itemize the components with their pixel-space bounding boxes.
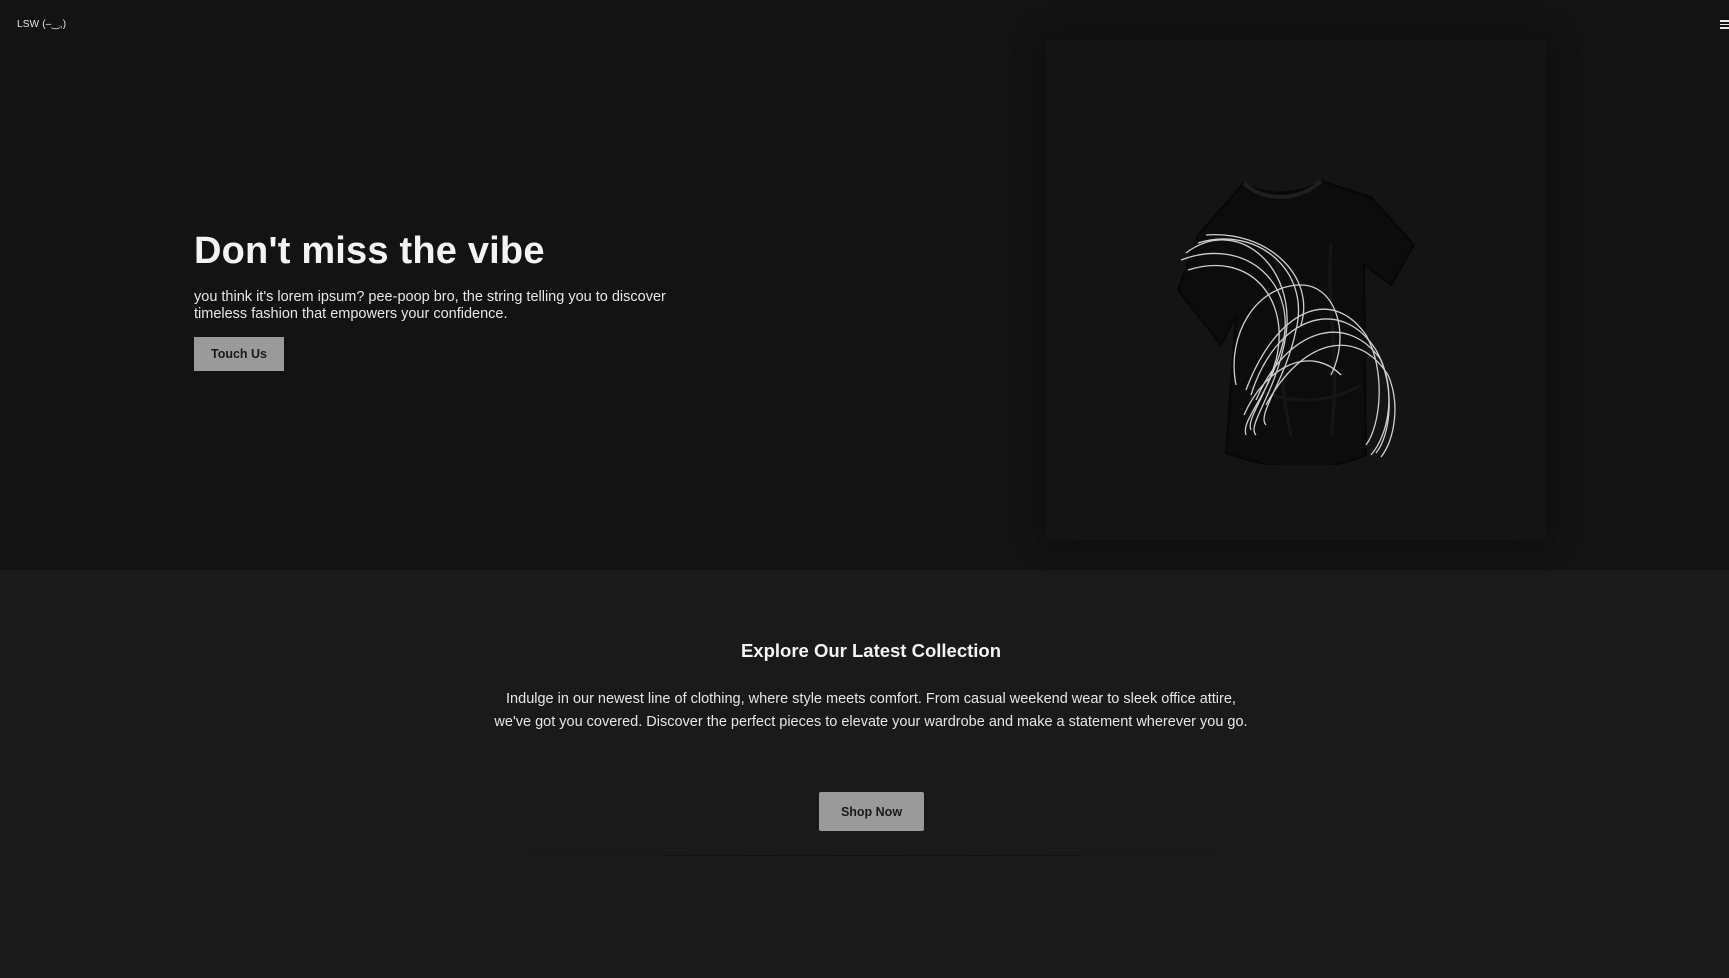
hero-subtitle: you think it's lorem ipsum? pee-poop bro… xyxy=(194,289,666,322)
collection-title: Explore Our Latest Collection xyxy=(740,640,1002,661)
hamburger-menu-icon[interactable] xyxy=(1720,18,1729,30)
product-image-panel xyxy=(1046,40,1546,540)
touch-us-button[interactable]: Touch Us xyxy=(194,337,284,371)
section-divider xyxy=(470,855,1270,856)
shop-now-button[interactable]: Shop Now xyxy=(819,792,924,831)
page: LSW (–‿,) Don't miss the vibe you think … xyxy=(0,0,1729,978)
collection-description: Indulge in our newest line of clothing, … xyxy=(494,691,1248,730)
tshirt-image xyxy=(1176,179,1416,465)
hero-section: LSW (–‿,) Don't miss the vibe you think … xyxy=(0,0,1729,570)
hero-title: Don't miss the vibe xyxy=(194,230,545,272)
site-logo[interactable]: LSW (–‿,) xyxy=(17,19,66,30)
